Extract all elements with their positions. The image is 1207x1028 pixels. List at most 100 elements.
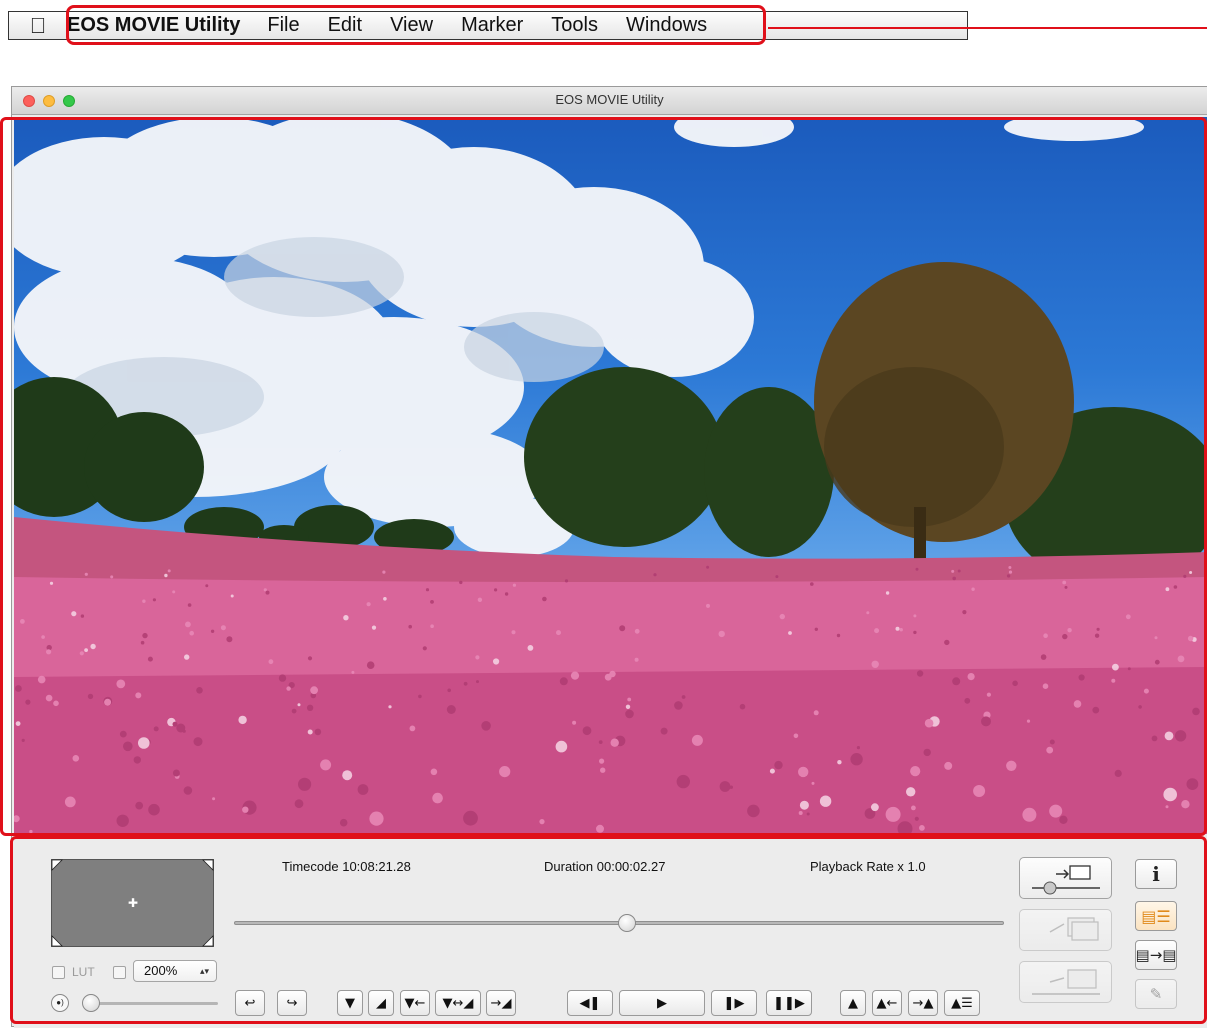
flower-petal: [339, 818, 348, 827]
flower-petal: [184, 654, 190, 660]
flower-petal: [123, 741, 133, 752]
flower-petal: [176, 723, 186, 733]
out-point-icon: ◢: [376, 995, 386, 1011]
flower-petal: [196, 687, 203, 694]
position-slider-thumb[interactable]: [618, 914, 636, 932]
compare-view-button[interactable]: ▤→▤: [1135, 940, 1177, 970]
volume-slider-thumb[interactable]: [82, 994, 100, 1012]
marker-list-button[interactable]: ▲☰: [944, 990, 980, 1016]
flower-petal: [1062, 580, 1067, 585]
play-in-out-button[interactable]: ▼↔◢: [435, 990, 481, 1016]
next-frame-button[interactable]: ❚▶: [711, 990, 757, 1016]
info-button[interactable]: i: [1135, 859, 1177, 889]
flower-petal: [1049, 804, 1063, 818]
flower-petal: [986, 692, 992, 697]
flower-petal: [425, 588, 430, 592]
flower-petal: [371, 625, 377, 630]
flower-petal: [504, 592, 509, 596]
set-in-point-button[interactable]: ▼: [337, 990, 363, 1016]
flower-petal: [962, 610, 967, 615]
flower-petal: [1174, 730, 1187, 742]
edit-button[interactable]: ✎: [1135, 979, 1177, 1009]
flower-petal: [609, 670, 616, 678]
info-icon: i: [1152, 862, 1160, 886]
flower-petal: [971, 587, 975, 591]
go-to-out-point-button[interactable]: →◢: [486, 990, 516, 1016]
flower-petal: [788, 631, 792, 635]
list-view-button[interactable]: ▤☰: [1135, 901, 1177, 931]
flower-petal: [167, 569, 171, 573]
flower-petal: [598, 740, 603, 744]
next-marker-button[interactable]: →▲: [908, 990, 938, 1016]
set-out-point-button[interactable]: ◢: [368, 990, 394, 1016]
flower-petal: [944, 639, 950, 646]
previous-frame-button[interactable]: ◀❚: [567, 990, 613, 1016]
flower-petal: [15, 721, 21, 726]
flower-petal: [430, 768, 438, 776]
flower-petal: [142, 632, 148, 639]
zoom-value: 200%: [144, 963, 178, 978]
flower-petal: [220, 625, 226, 631]
speaker-icon[interactable]: ●): [51, 994, 69, 1012]
flower-petal: [1049, 739, 1055, 745]
flower-petal: [84, 648, 88, 652]
save-clip-icon: [1032, 969, 1100, 995]
flower-petal: [172, 590, 176, 594]
flower-petal: [459, 580, 463, 585]
navigator-preview[interactable]: ✚: [51, 859, 214, 947]
flower-petal: [1189, 571, 1193, 574]
flower-petal: [72, 755, 80, 762]
fast-forward-button[interactable]: ❚❚▶: [766, 990, 812, 1016]
lut-checkbox[interactable]: [52, 966, 65, 979]
flower-petal: [799, 800, 809, 810]
previous-marker-button[interactable]: ▲←: [872, 990, 902, 1016]
flower-petal: [238, 715, 247, 725]
go-to-in-point-button[interactable]: ▼←: [400, 990, 430, 1016]
flower-petal: [314, 728, 322, 736]
add-marker-button[interactable]: ▲: [840, 990, 866, 1016]
flower-petal: [596, 824, 604, 833]
flower-petal: [1078, 674, 1085, 681]
flower-petal: [37, 675, 46, 684]
apple-logo-icon[interactable]: : [9, 13, 67, 39]
zoom-checkbox[interactable]: [113, 966, 126, 979]
flower-petal: [1154, 659, 1160, 665]
volume-slider-track[interactable]: [84, 1002, 218, 1005]
lut-label: LUT: [72, 965, 95, 979]
save-clip-button[interactable]: [1019, 961, 1112, 1003]
flower-petal: [793, 733, 799, 739]
export-clip-button[interactable]: ↪: [277, 990, 307, 1016]
in-point-icon: ▼: [345, 995, 355, 1011]
export-frame-button[interactable]: ↩: [235, 990, 265, 1016]
save-frame-button[interactable]: [1019, 857, 1112, 899]
flower-petal: [957, 569, 961, 573]
play-button[interactable]: ▶: [619, 990, 705, 1016]
flower-petal: [110, 575, 114, 579]
flower-petal: [135, 801, 144, 810]
flower-petal: [20, 619, 25, 624]
flower-petal: [951, 569, 955, 573]
flower-petal: [718, 630, 725, 638]
flower-petal: [681, 695, 686, 699]
flower-petal: [430, 624, 434, 628]
flower-petal: [1114, 769, 1122, 778]
flower-petal: [967, 673, 975, 681]
flower-petal: [366, 602, 371, 607]
flower-petal: [90, 643, 96, 650]
flower-petal: [1151, 735, 1158, 742]
save-multiple-frames-button[interactable]: [1019, 909, 1112, 951]
playback-rate-label: Playback Rate x 1.0: [810, 859, 926, 874]
flower-petal: [493, 658, 500, 665]
flower-petal: [152, 598, 156, 602]
flower-petal: [164, 573, 168, 578]
flower-petal: [774, 760, 783, 770]
flower-petal: [1043, 633, 1048, 638]
flower-petal: [779, 613, 785, 620]
flower-petal: [1177, 655, 1185, 663]
flower-petal: [342, 770, 353, 781]
flower-petal: [29, 829, 33, 834]
flower-petal: [706, 603, 710, 608]
flower-petal: [964, 697, 971, 704]
zoom-select[interactable]: 200% ▴▾: [133, 960, 217, 982]
flower-petal: [810, 582, 814, 586]
